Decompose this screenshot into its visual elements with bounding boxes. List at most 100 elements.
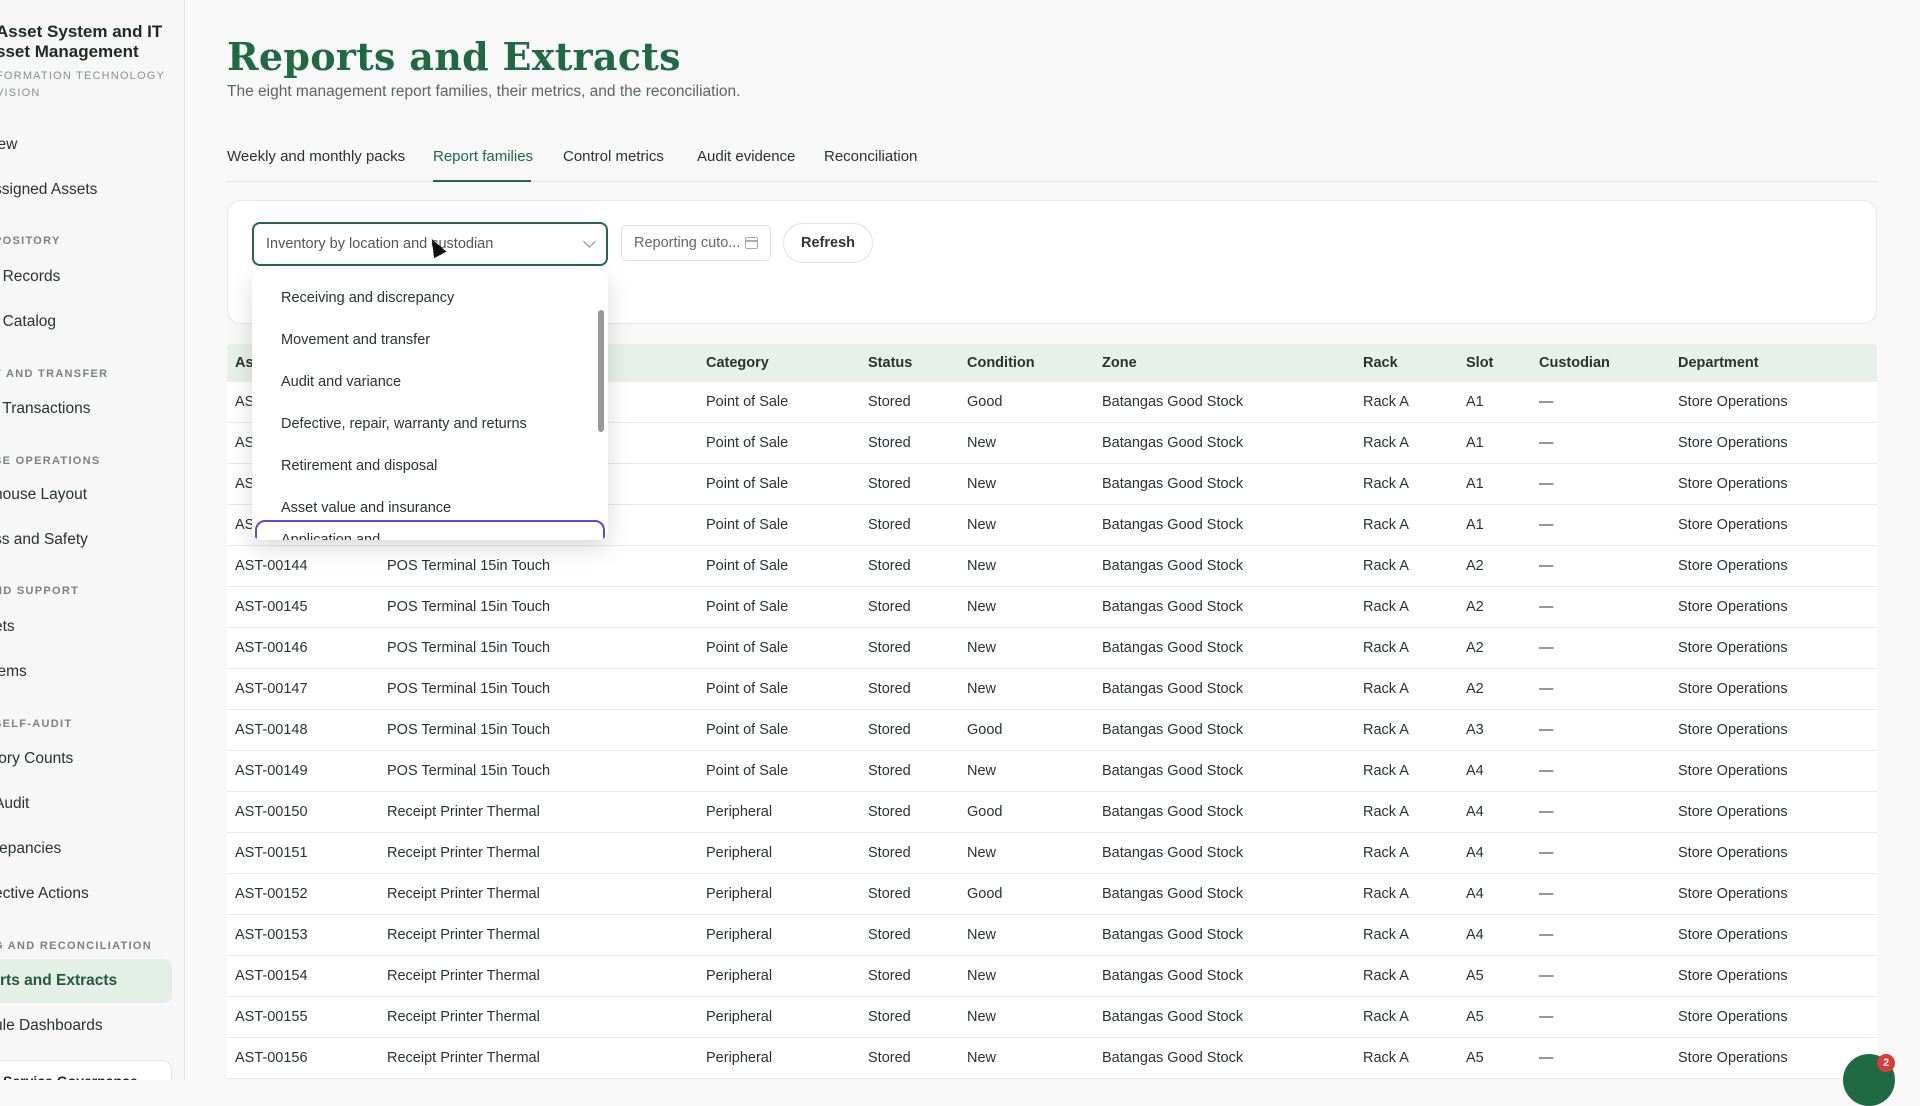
table-cell: — (1539, 599, 1554, 615)
table-cell: AST-00144 (235, 558, 308, 574)
table-cell: — (1539, 968, 1554, 984)
table-cell: Rack A (1363, 435, 1409, 451)
table-cell: Rack A (1363, 886, 1409, 902)
table-cell: AST-00147 (235, 681, 308, 697)
table-cell: AST-00154 (235, 968, 308, 984)
sidebar: Asset System and IT sset Management FORM… (0, 0, 185, 1080)
table-cell: Stored (868, 517, 911, 533)
brand-title-line2: sset Management (0, 42, 139, 61)
table-cell: Store Operations (1678, 394, 1788, 410)
refresh-button[interactable]: Refresh (783, 223, 873, 263)
column-header[interactable]: Status (868, 344, 912, 382)
table-row[interactable]: AST-00145 POS Terminal 15in Touch Point of… (227, 587, 1877, 628)
column-header[interactable]: Category (706, 344, 769, 382)
table-cell: Rack A (1363, 476, 1409, 492)
column-header[interactable]: Slot (1466, 344, 1493, 382)
table-cell: Peripheral (706, 845, 773, 861)
table-cell: POS Terminal 15in Touch (387, 763, 551, 779)
table-cell: A4 (1466, 763, 1484, 779)
calendar-icon[interactable] (745, 237, 758, 249)
column-header[interactable]: Condition (967, 344, 1035, 382)
dropdown-option[interactable]: Movement and transfer (281, 332, 430, 348)
table-cell: Store Operations (1678, 845, 1788, 861)
dropdown-option[interactable]: Receiving and discrepancy (281, 290, 454, 306)
sidebar-item[interactable]: ule Dashboards (0, 1011, 103, 1041)
sidebar-item[interactable]: ets (0, 612, 15, 642)
sidebar-service-governance[interactable]: Service Governance (0, 1060, 172, 1080)
table-cell: AST-00149 (235, 763, 308, 779)
tab-reconciliation[interactable]: Reconciliation (824, 148, 917, 165)
sidebar-item[interactable]: ssigned Assets (0, 175, 97, 205)
table-row[interactable]: AST-00148 POS Terminal 15in Touch Point of… (227, 710, 1877, 751)
tab-audit-evidence[interactable]: Audit evidence (697, 148, 795, 165)
sidebar-item[interactable]: t Transactions (0, 394, 91, 424)
table-row[interactable]: AST-00144 POS Terminal 15in Touch Point of… (227, 546, 1877, 587)
tab-weekly-monthly-packs[interactable]: Weekly and monthly packs (227, 148, 405, 165)
sidebar-item[interactable]: ective Actions (0, 879, 89, 909)
table-row[interactable]: AST-00155 Receipt Printer Thermal Peripher… (227, 997, 1877, 1038)
table-cell: A1 (1466, 394, 1484, 410)
report-family-dropdown: Receiving and discrepancy Movement and tr… (252, 270, 608, 540)
table-cell: A2 (1466, 681, 1484, 697)
dropdown-option[interactable]: Audit and variance (281, 374, 401, 390)
table-row[interactable]: AST-00149 POS Terminal 15in Touch Point of… (227, 751, 1877, 792)
table-row[interactable]: AST-00151 Receipt Printer Thermal Peripher… (227, 833, 1877, 874)
tab-report-families[interactable]: Report families (433, 148, 533, 165)
sidebar-item[interactable]: lems (0, 657, 27, 687)
sidebar-item[interactable]: ss and Safety (0, 525, 88, 555)
sidebar-item[interactable]: t Records (0, 262, 60, 292)
page-title: Reports and Extracts (227, 34, 681, 79)
table-row[interactable]: AST-00150 Receipt Printer Thermal Peripher… (227, 792, 1877, 833)
table-cell: Batangas Good Stock (1102, 517, 1244, 533)
dropdown-option[interactable]: Retirement and disposal (281, 458, 437, 474)
table-row[interactable]: AST-00154 Receipt Printer Thermal Peripher… (227, 956, 1877, 997)
table-cell: Store Operations (1678, 599, 1788, 615)
table-cell: Good (967, 722, 1003, 738)
table-cell: AST-00152 (235, 886, 308, 902)
table-cell: Stored (868, 804, 911, 820)
column-header[interactable]: As (235, 344, 254, 382)
sidebar-item[interactable]: t Catalog (0, 307, 56, 337)
dropdown-option[interactable]: Defective, repair, warranty and returns (281, 416, 527, 432)
sidebar-item[interactable]: tory Counts (0, 744, 73, 774)
table-cell: Stored (868, 1009, 911, 1025)
table-cell: — (1539, 763, 1554, 779)
table-cell: AST-00150 (235, 804, 308, 820)
table-cell: Batangas Good Stock (1102, 1050, 1244, 1066)
table-cell: Batangas Good Stock (1102, 394, 1244, 410)
table-cell: Rack A (1363, 1009, 1409, 1025)
table-cell: Good (967, 804, 1003, 820)
column-header[interactable]: Department (1678, 344, 1759, 382)
dropdown-focused-option[interactable] (255, 520, 605, 540)
dropdown-scrollbar[interactable] (598, 310, 604, 432)
brand-subtitle-line2: VISION (0, 87, 41, 99)
sidebar-item[interactable]: Audit (0, 789, 29, 819)
sidebar-item[interactable]: rts and Extracts (0, 959, 172, 1003)
brand-title-line1: Asset System and IT (0, 22, 163, 41)
table-cell: Store Operations (1678, 435, 1788, 451)
table-cell: Point of Sale (706, 476, 789, 492)
column-header[interactable]: Zone (1102, 344, 1137, 382)
table-cell: Batangas Good Stock (1102, 804, 1244, 820)
tab-control-metrics[interactable]: Control metrics (563, 148, 664, 165)
column-header[interactable]: Custodian (1539, 344, 1610, 382)
column-header[interactable]: Rack (1363, 344, 1398, 382)
table-cell: — (1539, 681, 1554, 697)
table-row[interactable]: AST-00153 Receipt Printer Thermal Peripher… (227, 915, 1877, 956)
reporting-cutoff-placeholder: Reporting cuto... (634, 235, 741, 251)
reporting-cutoff-date-input[interactable]: Reporting cuto... (621, 225, 771, 261)
table-cell: Batangas Good Stock (1102, 722, 1244, 738)
tab-active-indicator (433, 180, 531, 182)
table-row[interactable]: AST-00147 POS Terminal 15in Touch Point of… (227, 669, 1877, 710)
sidebar-item[interactable]: iew (0, 130, 17, 160)
table-row[interactable]: AST-00156 Receipt Printer Thermal Peripher… (227, 1038, 1877, 1079)
table-row[interactable]: AST-00152 Receipt Printer Thermal Peripher… (227, 874, 1877, 915)
sidebar-item[interactable]: house Layout (0, 480, 87, 510)
table-cell: New (967, 435, 997, 451)
table-row[interactable]: AST-00146 POS Terminal 15in Touch Point of… (227, 628, 1877, 669)
table-cell: — (1539, 517, 1554, 533)
sidebar-item[interactable]: repancies (0, 834, 61, 864)
table-cell: Point of Sale (706, 435, 789, 451)
table-cell: Rack A (1363, 394, 1409, 410)
dropdown-option[interactable]: Asset value and insurance (281, 500, 451, 516)
